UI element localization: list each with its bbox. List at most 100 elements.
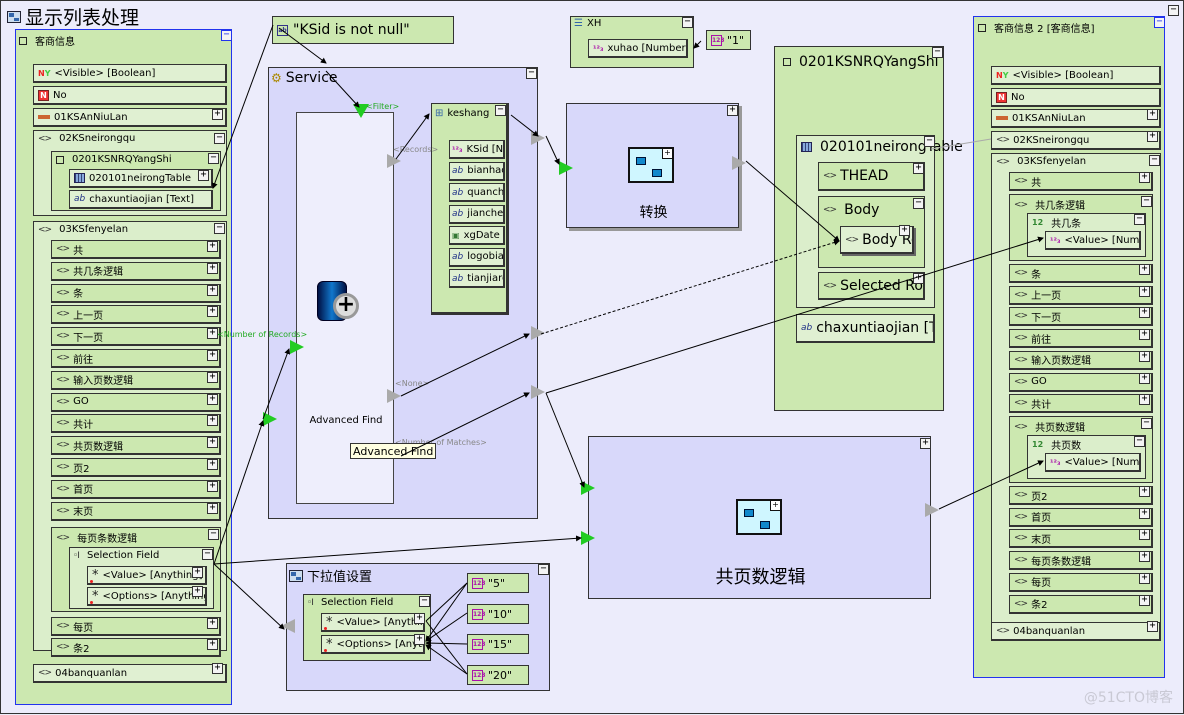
fen-item[interactable]: <> 页2 xyxy=(51,458,221,477)
right-expand-fen-item[interactable]: + xyxy=(1139,394,1150,406)
gongyeshu-output-port[interactable] xyxy=(925,503,939,517)
expand-fen-item[interactable]: + xyxy=(207,480,218,492)
right-collapse-fenyelan[interactable]: − xyxy=(1149,155,1160,166)
right-fen-item[interactable]: <> 末页 xyxy=(1009,529,1153,549)
right-fen-item[interactable]: <> 首页 xyxy=(1009,507,1153,527)
none-output-port[interactable] xyxy=(387,389,401,403)
neirongtable-node[interactable]: 020101neirongTable xyxy=(69,169,213,188)
fen-item[interactable]: <> 共几条逻辑 xyxy=(51,261,221,281)
collapse-neirongqu[interactable]: − xyxy=(214,133,225,144)
const-20[interactable]: 123 "20" xyxy=(467,665,529,685)
expand-fen-item[interactable]: + xyxy=(207,306,218,318)
keshang-field[interactable]: ablogobiao xyxy=(449,247,505,267)
expand-neirongtable[interactable]: + xyxy=(198,170,209,181)
selected-row-node[interactable]: <> Selected Row xyxy=(818,272,925,300)
expand-fen-item[interactable]: + xyxy=(207,437,218,449)
yangshi-panel[interactable]: 0201KSNRQYangShi − 020101neirongTable − … xyxy=(774,46,963,411)
fen-item[interactable]: <> 下一页 xyxy=(51,327,221,347)
fen-item[interactable]: <> 共计 xyxy=(51,414,221,434)
const-15[interactable]: 123 "15" xyxy=(467,634,529,654)
right-banquanlan-node[interactable]: <> 04banquanlan xyxy=(991,622,1161,641)
dropdown-value-node[interactable]: *<Value> [Anything] xyxy=(321,613,425,632)
right-fen-item[interactable]: <> 页2 xyxy=(1009,486,1153,505)
right-neirongqu-node[interactable]: <> 02KSneirongqu xyxy=(991,131,1161,150)
collapse-yangshi[interactable]: − xyxy=(208,153,219,164)
number-of-records-port[interactable] xyxy=(290,340,304,354)
right-expand-anniulan[interactable]: + xyxy=(1147,109,1158,120)
fen-item[interactable]: <> GO xyxy=(51,392,221,412)
right-anniulan-node[interactable]: 01KSAnNiuLan xyxy=(991,109,1161,128)
expand-fen-item[interactable]: + xyxy=(207,284,218,296)
chaxuntiaojian-right-node[interactable]: abchaxuntiaojian [Text] xyxy=(796,314,935,343)
dropdown-input-port[interactable] xyxy=(281,619,295,633)
right-expand-fen-item[interactable]: + xyxy=(1139,307,1150,319)
fen-item[interactable]: <> 末页 xyxy=(51,501,221,521)
right-expand-fen-item[interactable]: + xyxy=(1139,285,1150,297)
right-visible-node[interactable]: NY <Visible> [Boolean] xyxy=(991,66,1161,85)
service-records-out[interactable] xyxy=(531,131,545,145)
right-fen-item[interactable]: <> 输入页数逻辑 xyxy=(1009,350,1153,370)
right-fen-item[interactable]: <> 条 xyxy=(1009,264,1153,283)
dropdown-options-node[interactable]: *<Options> [Anything] xyxy=(321,635,425,654)
expand-tiao2[interactable]: + xyxy=(207,639,218,650)
service-none-out[interactable] xyxy=(531,326,545,340)
zhuanhuan-output-port[interactable] xyxy=(732,156,746,170)
right-fen-item[interactable]: <> 上一页 xyxy=(1009,285,1153,305)
fen-item[interactable]: <> 条 xyxy=(51,283,221,303)
right-fen-item[interactable]: <> 前往 xyxy=(1009,329,1153,349)
right-expand-fen-item[interactable]: + xyxy=(1139,264,1150,275)
expand-fen-item[interactable]: + xyxy=(207,371,218,383)
right-expand-fen-item[interactable]: + xyxy=(1139,329,1150,341)
selection-options-node[interactable]: * <Options> [Anything] xyxy=(87,587,207,606)
expand-body-row[interactable]: + xyxy=(899,225,910,236)
collapse-service[interactable]: − xyxy=(526,68,537,79)
thead-node[interactable]: <> THEAD xyxy=(818,162,925,191)
keshang-field[interactable]: abjianchen xyxy=(449,204,505,224)
right-collapse-gongjitiao[interactable]: − xyxy=(1141,196,1152,207)
right-expand-banquanlan[interactable]: + xyxy=(1147,621,1158,632)
const-5[interactable]: 123 "5" xyxy=(467,573,529,593)
keshang-field[interactable]: ▣ xgDate [ xyxy=(449,226,505,245)
right-collapse-gongyeshu[interactable]: − xyxy=(1141,418,1152,429)
collapse-keshang[interactable]: − xyxy=(495,105,506,116)
right-expand-fen-item[interactable]: + xyxy=(1139,507,1150,519)
expand-value[interactable]: + xyxy=(192,567,203,578)
collapse-selection-field[interactable]: − xyxy=(202,549,213,560)
service-input-port[interactable] xyxy=(263,412,277,426)
fen-item[interactable]: <> 输入页数逻辑 xyxy=(51,370,221,390)
expand-meiye[interactable]: + xyxy=(207,618,218,629)
right-expand-fen-item[interactable]: + xyxy=(1139,572,1150,584)
expand-fen-item[interactable]: + xyxy=(207,350,218,361)
keshang-entity[interactable]: ⊞keshang − ¹²₃KSid [Number]abbianhaoabqu… xyxy=(431,103,509,315)
right-fen-item[interactable]: <> 每页条数逻辑 xyxy=(1009,551,1153,571)
collapse-diagram-button[interactable]: − xyxy=(1168,5,1179,16)
xh-block[interactable]: ☰ XH − ¹²₃ xuhao [Number] xyxy=(570,16,694,68)
no-node[interactable]: N No xyxy=(33,86,227,105)
visible-boolean-node[interactable]: NY <Visible> [Boolean] xyxy=(33,64,227,83)
fen-item[interactable]: <> 首页 xyxy=(51,479,221,499)
collapse-dropdown[interactable]: − xyxy=(538,564,549,575)
right-expand-fen-item[interactable]: + xyxy=(1139,529,1150,541)
expand-anniulan[interactable]: + xyxy=(212,109,223,120)
collapse-yangshi-panel[interactable]: − xyxy=(932,47,943,58)
expand-options[interactable]: + xyxy=(192,586,203,597)
zhuanhuan-block[interactable]: + + 转换 xyxy=(559,103,746,228)
expand-fen-item[interactable]: + xyxy=(207,393,218,405)
chaxuntiaojian-node[interactable]: ab chaxuntiaojian [Text] xyxy=(69,190,213,209)
xuhao-node[interactable]: ¹²₃ xuhao [Number] xyxy=(588,39,688,58)
fen-item[interactable]: <> 上一页 xyxy=(51,305,221,325)
keshang-field[interactable]: ab bianhao xyxy=(449,161,505,181)
right-expand-neirongqu[interactable]: + xyxy=(1147,131,1158,142)
expand-dropdown-value[interactable]: + xyxy=(414,613,425,624)
expand-fen-item[interactable]: + xyxy=(207,241,218,252)
right-no-node[interactable]: N No xyxy=(991,88,1161,107)
expand-fen-item[interactable]: + xyxy=(207,459,218,470)
banquanlan-node[interactable]: <> 04banquanlan xyxy=(33,664,227,683)
gongjitiao-value-node[interactable]: ¹²₃<Value> [Number] xyxy=(1045,231,1141,250)
anniulan-node[interactable]: 01KSAnNiuLan xyxy=(33,108,227,127)
expand-fen-item[interactable]: + xyxy=(207,415,218,427)
right-fen-item[interactable]: <> 下一页 xyxy=(1009,307,1153,327)
expand-banquanlan[interactable]: + xyxy=(212,663,223,674)
xh-constant[interactable]: 123 "1" xyxy=(706,30,751,50)
right-fen-item[interactable]: <> GO xyxy=(1009,372,1153,392)
